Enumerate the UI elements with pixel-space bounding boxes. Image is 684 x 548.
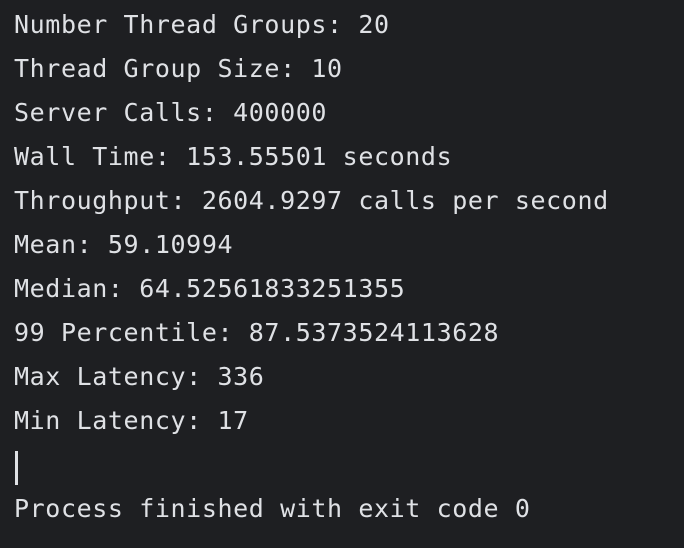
output-line-99-percentile: 99 Percentile: 87.5373524113628	[14, 318, 500, 347]
process-exit-message: Process finished with exit code 0	[14, 494, 531, 523]
output-line-max-latency: Max Latency: 336	[14, 362, 265, 391]
output-line-median: Median: 64.52561833251355	[14, 274, 406, 303]
output-line-server-calls: Server Calls: 400000	[14, 98, 328, 127]
output-line-thread-groups: Number Thread Groups: 20	[14, 10, 390, 39]
output-line-mean: Mean: 59.10994	[14, 230, 234, 259]
input-caret-line[interactable]	[14, 447, 684, 491]
text-caret	[15, 451, 18, 485]
output-line-min-latency: Min Latency: 17	[14, 406, 249, 435]
output-line-throughput: Throughput: 2604.9297 calls per second	[14, 186, 609, 215]
output-line-thread-group-size: Thread Group Size: 10	[14, 54, 343, 83]
run-console-output[interactable]: Number Thread Groups: 20 Thread Group Si…	[0, 0, 684, 548]
output-line-wall-time: Wall Time: 153.55501 seconds	[14, 142, 453, 171]
